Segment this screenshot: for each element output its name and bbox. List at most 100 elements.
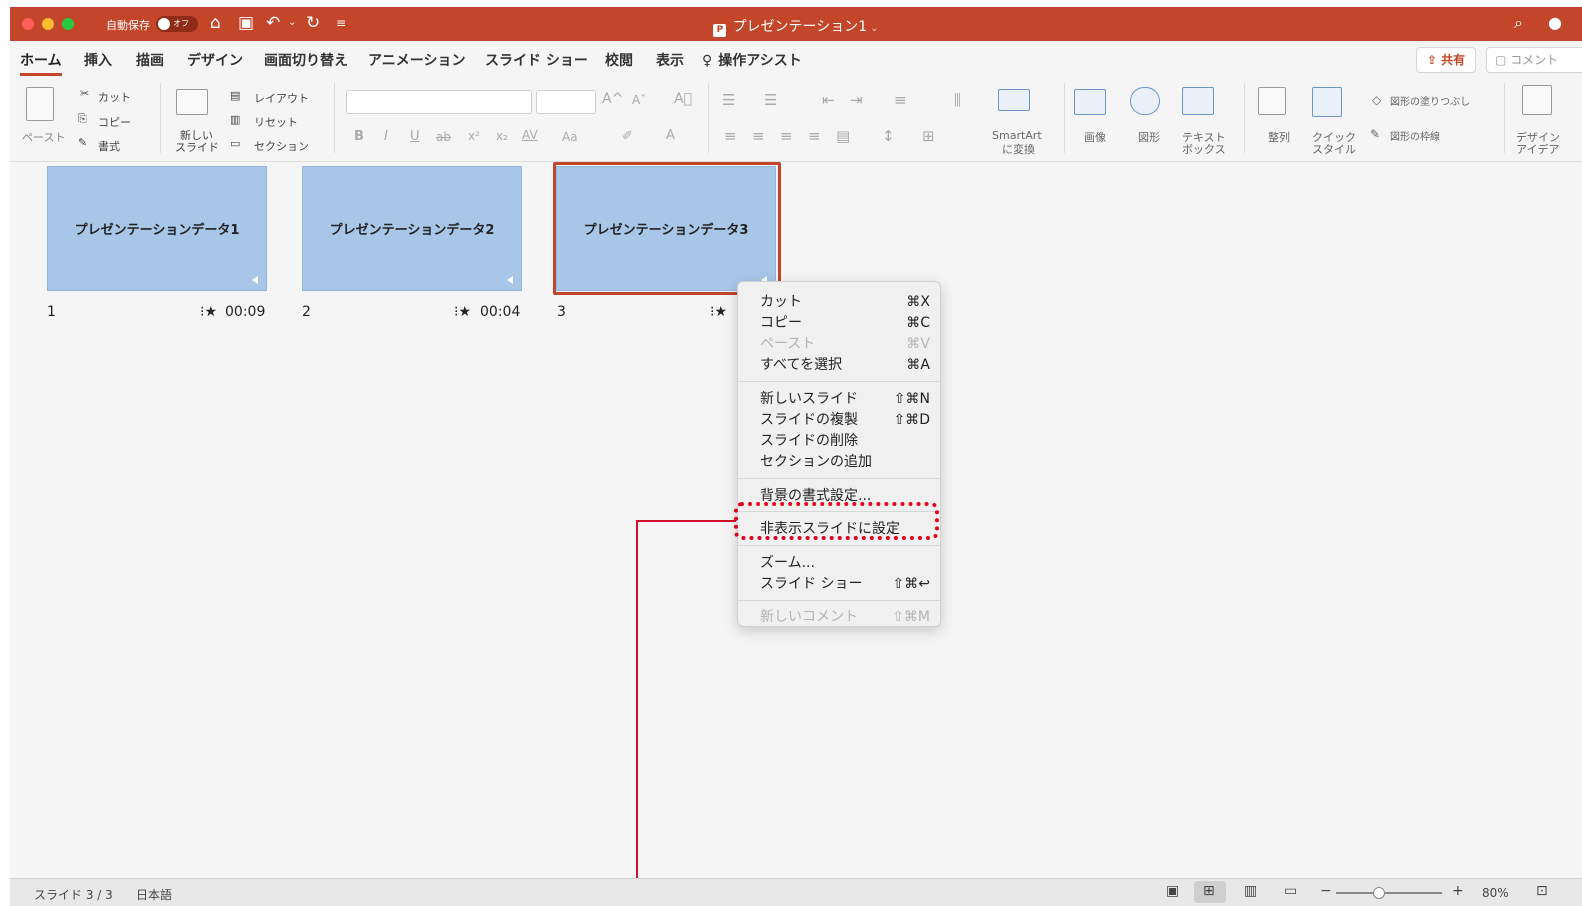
new-slide-label-2[interactable]: スライド [175,139,219,155]
fit-to-window-icon[interactable]: ⊡ [1536,883,1548,899]
shape-outline-button[interactable]: 図形の枠線 [1390,128,1440,143]
menu-item-slideshow[interactable]: スライド ショー ⇧⌘↩ [760,574,930,594]
font-color-button[interactable]: A [666,128,675,143]
search-icon[interactable]: ⌕ [1514,13,1523,33]
copy-button[interactable]: コピー [98,114,131,130]
zoom-slider-track[interactable] [1336,892,1442,894]
strikethrough-button[interactable]: ab [436,130,451,144]
tab-review[interactable]: 校閲 [605,50,633,70]
tab-transitions[interactable]: 画面切り替え [264,50,348,70]
account-icon[interactable]: ● [1548,13,1562,33]
section-icon[interactable]: ▭ [230,137,240,150]
format-painter-icon[interactable]: ✎ [78,136,87,149]
zoom-out-icon[interactable]: − [1320,883,1332,899]
textbox-label-2[interactable]: ボックス [1182,141,1226,157]
tab-design[interactable]: デザイン [187,50,243,70]
tab-tell-me[interactable]: ♀ 操作アシスト [702,50,802,70]
reset-button[interactable]: リセット [254,114,298,130]
paste-icon[interactable] [26,87,54,121]
quick-styles-icon[interactable] [1312,87,1342,117]
comment-button[interactable]: ▢ コメント [1486,47,1582,73]
distributed-icon[interactable]: ▤ [836,127,850,145]
align-left-icon[interactable]: ≡ [724,127,737,145]
shape-fill-button[interactable]: 図形の塗りつぶし [1390,93,1470,108]
language[interactable]: 日本語 [136,886,172,903]
columns-icon[interactable]: ⫼ [954,91,961,109]
tab-insert[interactable]: 挿入 [84,50,112,70]
smartart-icon[interactable] [998,89,1030,111]
cut-icon[interactable]: ✂ [80,87,89,100]
shapes-icon[interactable] [1130,87,1160,115]
align-center-icon[interactable]: ≡ [752,127,765,145]
menu-item-select-all[interactable]: すべてを選択 ⌘A [760,355,930,375]
tab-home[interactable]: ホーム [20,50,62,76]
menu-item-add-section[interactable]: セクションの追加 [760,452,930,472]
slide-sorter-view-button[interactable]: ⊞ [1194,881,1226,903]
tab-animations[interactable]: アニメーション [368,50,465,70]
menu-item-zoom[interactable]: ズーム... [760,553,930,573]
line-spacing-icon[interactable]: ≡ [894,91,907,109]
underline-button[interactable]: U [410,129,420,144]
design-ideas-icon[interactable] [1522,85,1552,115]
character-spacing-button[interactable]: AV [522,128,538,142]
arrange-icon[interactable] [1258,87,1286,115]
superscript-button[interactable]: x² [468,129,480,143]
zoom-in-icon[interactable]: + [1452,883,1464,899]
new-slide-icon[interactable] [176,89,208,115]
align-text-icon[interactable]: ⊞ [922,127,935,145]
font-size-dropdown[interactable] [536,90,596,114]
shapes-button[interactable]: 図形 [1138,129,1160,145]
format-painter-button[interactable]: 書式 [98,138,120,154]
copy-icon[interactable]: ⎘ [78,112,87,126]
grow-font-button[interactable]: A^ [602,91,623,107]
cut-button[interactable]: カット [98,89,131,105]
increase-indent-icon[interactable]: ⇥ [850,91,863,109]
design-ideas-label-2[interactable]: アイデア [1516,141,1559,157]
font-name-dropdown[interactable] [346,90,532,114]
slideshow-view-icon[interactable]: ▭ [1284,883,1297,899]
subscript-button[interactable]: x₂ [496,129,508,143]
change-case-button[interactable]: Aa [562,130,578,144]
tab-draw[interactable]: 描画 [136,50,164,70]
clear-format-icon[interactable]: A⃥ [674,91,692,107]
shape-outline-icon[interactable]: ✎ [1370,127,1380,141]
shape-fill-icon[interactable]: ◇ [1372,93,1381,107]
justify-icon[interactable]: ≡ [808,127,821,145]
textbox-icon[interactable] [1182,87,1214,115]
layout-icon[interactable]: ▤ [230,89,240,102]
bullets-icon[interactable]: ☰ [722,91,735,109]
zoom-level[interactable]: 80% [1482,886,1509,900]
text-direction-icon[interactable]: ↕ [882,127,895,145]
zoom-slider-knob[interactable] [1373,887,1386,899]
shrink-font-button[interactable]: Aˇ [632,93,646,107]
arrange-button[interactable]: 整列 [1268,129,1290,145]
tab-view[interactable]: 表示 [656,50,684,70]
quick-styles-label-2[interactable]: スタイル [1312,141,1356,157]
decrease-indent-icon[interactable]: ⇤ [822,91,835,109]
menu-item-duplicate-slide[interactable]: スライドの複製 ⇧⌘D [760,410,930,430]
italic-button[interactable]: I [384,129,388,144]
picture-button[interactable]: 画像 [1084,129,1106,145]
slide-thumbnail-2[interactable]: プレゼンテーションデータ2 [302,166,522,291]
slide-thumbnail-1[interactable]: プレゼンテーションデータ1 [47,166,267,291]
picture-icon[interactable] [1074,89,1106,115]
smartart-label-2[interactable]: に変換 [1002,141,1035,157]
menu-item-delete-slide[interactable]: スライドの削除 [760,431,930,451]
bold-button[interactable]: B [354,129,364,144]
menu-item-new-slide[interactable]: 新しいスライド ⇧⌘N [760,389,930,409]
highlight-icon[interactable]: ✐ [622,129,633,144]
paste-label[interactable]: ペースト [22,129,65,145]
reading-view-icon[interactable]: ▥ [1244,883,1257,899]
tab-slideshow[interactable]: スライド ショー [485,50,588,70]
normal-view-icon[interactable]: ▣ [1166,883,1179,899]
reset-icon[interactable]: ▥ [230,113,240,126]
share-button[interactable]: ⇪ 共有 [1416,47,1476,73]
menu-item-copy[interactable]: コピー ⌘C [760,313,930,333]
layout-button[interactable]: レイアウト [254,90,309,106]
numbering-icon[interactable]: ☰ [764,91,777,109]
align-right-icon[interactable]: ≡ [780,127,793,145]
section-button[interactable]: セクション [254,138,309,154]
menu-item-label: セクションの追加 [760,454,872,470]
menu-item-cut[interactable]: カット ⌘X [760,292,930,312]
ribbon-separator [160,83,161,153]
